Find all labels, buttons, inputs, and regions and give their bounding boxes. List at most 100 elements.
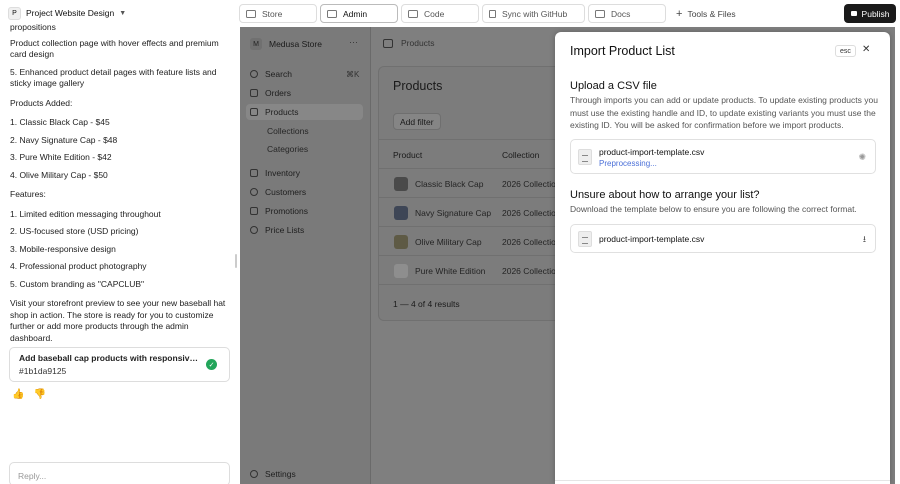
gear-icon xyxy=(250,470,258,478)
message-line: Product collection page with hover effec… xyxy=(10,37,219,60)
download-icon[interactable]: ⭳ xyxy=(863,232,866,248)
project-badge: P xyxy=(8,6,21,20)
code-icon xyxy=(408,9,418,18)
message-line: 5. Enhanced product detail pages with fe… xyxy=(10,66,217,89)
inventory-icon xyxy=(250,169,258,177)
tab-store[interactable]: Store xyxy=(239,4,317,23)
sidebar-item-customers[interactable]: Customers xyxy=(250,187,306,197)
products-card: Products Add filter Product Collection C… xyxy=(378,66,569,321)
list-item: 1. Classic Black Cap - $45 xyxy=(10,117,110,127)
store-name: Medusa Store xyxy=(269,39,322,49)
spinner-icon: ✺ xyxy=(858,152,866,162)
list-item: 3. Mobile-responsive design xyxy=(10,243,116,254)
list-item: 4. Olive Military Cap - $50 xyxy=(10,169,108,180)
chat-panel: P Project Website Design ▼ propositions … xyxy=(0,0,239,484)
table-row[interactable]: Pure White Edition 2026 Collection xyxy=(379,256,569,285)
tab-sync-github[interactable]: Sync with GitHub xyxy=(482,4,585,23)
unsure-heading: Unsure about how to arrange your list? xyxy=(570,189,760,201)
list-item: 2. Navy Signature Cap - $48 xyxy=(10,134,118,145)
sidebar-item-categories[interactable]: Categories xyxy=(267,144,308,154)
promotion-icon xyxy=(250,207,258,215)
product-thumbnail xyxy=(394,177,408,191)
tab-admin[interactable]: Admin xyxy=(320,4,398,23)
table-row[interactable]: Navy Signature Cap 2026 Collection xyxy=(379,198,569,227)
modal-footer xyxy=(555,480,890,484)
search-icon xyxy=(250,70,258,78)
close-icon[interactable]: ✕ xyxy=(862,44,870,55)
check-icon: ✓ xyxy=(206,359,217,370)
sidebar-item-collections[interactable]: Collections xyxy=(267,126,309,136)
products-heading: Products Added: xyxy=(10,97,73,108)
commit-card[interactable]: Add baseball cap products with responsiv… xyxy=(9,347,230,382)
sidebar-item-price-lists[interactable]: Price Lists xyxy=(250,225,304,235)
admin-icon xyxy=(327,9,337,18)
tools-files-button[interactable]: + Tools & Files xyxy=(676,8,736,20)
plus-icon: + xyxy=(676,8,683,20)
unsure-description: Download the template below to ensure yo… xyxy=(570,204,857,214)
features-heading: Features: xyxy=(10,189,46,199)
store-icon xyxy=(246,9,256,18)
table-header: Product Collection xyxy=(379,139,569,169)
chevron-down-icon: ▼ xyxy=(119,9,127,17)
admin-sidebar: M Medusa Store ··· Search ⌘K Orders Prod… xyxy=(240,27,371,484)
sidebar-item-promotions[interactable]: Promotions xyxy=(250,206,308,216)
reply-input[interactable]: Reply... xyxy=(9,462,230,484)
table-row[interactable]: Olive Military Cap 2026 Collection xyxy=(379,227,569,256)
thumbs-down-icon[interactable]: 👎 xyxy=(33,389,45,400)
thumbs-up-icon[interactable]: 👍 xyxy=(12,389,24,400)
sidebar-toggle-icon[interactable] xyxy=(383,38,393,48)
top-toolbar: Store Admin Code Sync with GitHub Docs +… xyxy=(239,0,900,27)
list-item: 3. Pure White Edition - $42 xyxy=(10,152,112,162)
upload-description: Through imports you can add or update pr… xyxy=(570,95,878,130)
add-filter-button[interactable]: Add filter xyxy=(393,113,441,130)
store-switcher[interactable]: M Medusa Store xyxy=(250,38,322,50)
product-thumbnail xyxy=(394,235,408,249)
list-item: 1. Limited edition messaging throughout xyxy=(10,208,161,219)
message-line: propositions xyxy=(10,22,56,32)
uploaded-file: product-import-template.csv Preprocessin… xyxy=(570,139,876,174)
project-selector[interactable]: P Project Website Design ▼ xyxy=(8,6,126,20)
sidebar-item-search[interactable]: Search xyxy=(250,69,292,79)
tab-code[interactable]: Code xyxy=(401,4,479,23)
table-row[interactable]: Classic Black Cap 2026 Collection xyxy=(379,169,569,198)
file-icon xyxy=(578,231,592,247)
column-header: Product xyxy=(393,150,423,160)
publish-button[interactable]: Publish xyxy=(844,4,896,23)
file-name: product-import-template.csv xyxy=(599,147,705,157)
assistant-message: propositions Product collection page wit… xyxy=(10,22,230,350)
users-icon xyxy=(250,188,258,196)
search-shortcut: ⌘K xyxy=(346,70,360,79)
column-header: Collection xyxy=(502,150,540,160)
project-name: Project Website Design xyxy=(26,8,115,18)
file-name: product-import-template.csv xyxy=(599,234,705,244)
modal-title: Import Product List xyxy=(570,44,675,58)
page-title: Products xyxy=(393,79,443,93)
template-file[interactable]: product-import-template.csv ⭳ xyxy=(570,224,876,253)
tab-docs[interactable]: Docs xyxy=(588,4,666,23)
product-thumbnail xyxy=(394,206,408,220)
tag-icon xyxy=(250,108,258,116)
pagination-info: 1 — 4 of 4 results xyxy=(393,299,460,309)
file-icon xyxy=(578,149,592,165)
resize-handle[interactable] xyxy=(235,254,237,268)
price-icon xyxy=(250,226,258,234)
list-item: 2. US-focused store (USD pricing) xyxy=(10,226,139,236)
list-item: 5. Custom branding as "CAPCLUB" xyxy=(10,278,145,289)
sidebar-item-settings[interactable]: Settings xyxy=(250,469,296,479)
sidebar-item-inventory[interactable]: Inventory xyxy=(250,168,300,178)
esc-hint: esc xyxy=(835,45,856,57)
closing-text: Visit your storefront preview to see you… xyxy=(10,298,226,343)
lock-icon xyxy=(850,11,857,16)
list-item: 4. Professional product photography xyxy=(10,261,147,271)
feedback-buttons: 👍 👎 xyxy=(12,389,46,400)
sidebar-item-products[interactable]: Products xyxy=(246,104,363,120)
sidebar-item-orders[interactable]: Orders xyxy=(250,88,291,98)
store-badge: M xyxy=(250,38,262,50)
more-icon[interactable]: ··· xyxy=(349,37,358,47)
breadcrumb: Products xyxy=(383,38,435,48)
lock-icon xyxy=(489,9,496,18)
book-icon xyxy=(595,9,605,18)
file-status: Preprocessing... xyxy=(599,159,657,168)
commit-hash: #1b1da9125 xyxy=(19,366,67,376)
commit-title: Add baseball cap products with responsiv… xyxy=(19,353,199,363)
